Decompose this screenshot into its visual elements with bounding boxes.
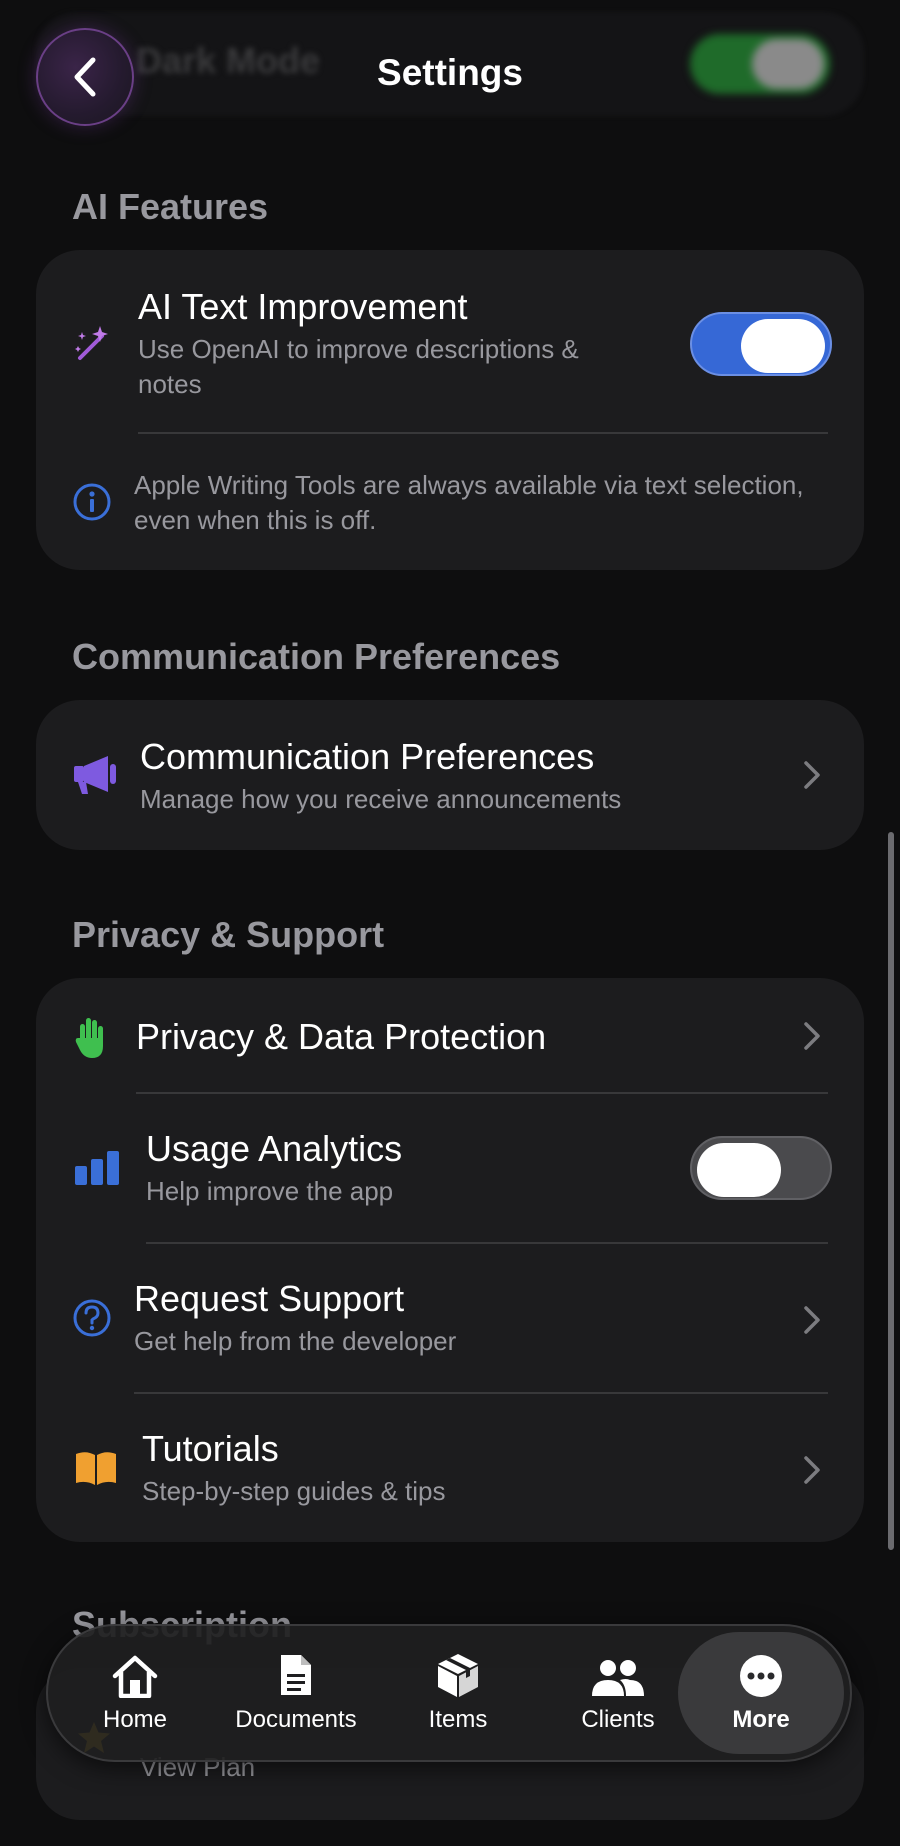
tab-home[interactable]: Home	[78, 1632, 192, 1754]
ai-text-improvement-toggle[interactable]	[690, 312, 832, 376]
page-title: Settings	[377, 52, 523, 93]
privacy-data-protection-title: Privacy & Data Protection	[136, 1016, 547, 1057]
usage-analytics-subtitle: Help improve the app	[146, 1176, 394, 1206]
tutorials-row[interactable]: Tutorials Step-by-step guides & tips	[36, 1394, 864, 1542]
chevron-right-icon	[804, 761, 820, 789]
tab-label-documents: Documents	[235, 1706, 357, 1733]
bar-chart-icon	[74, 1150, 120, 1186]
chevron-right-icon	[804, 1456, 820, 1484]
tab-documents[interactable]: Documents	[226, 1632, 366, 1754]
tab-more[interactable]: More	[678, 1632, 844, 1754]
megaphone-icon	[72, 754, 118, 796]
chevron-right-icon	[804, 1022, 820, 1050]
tab-bar: Home Documents Items Clients More	[46, 1624, 852, 1762]
tutorials-subtitle: Step-by-step guides & tips	[142, 1476, 446, 1506]
usage-analytics-toggle[interactable]	[690, 1136, 832, 1200]
writing-tools-note: Apple Writing Tools are always available…	[134, 470, 804, 535]
chevron-right-icon	[804, 1306, 820, 1334]
tutorials-title: Tutorials	[142, 1428, 279, 1469]
usage-analytics-row: Usage Analytics Help improve the app	[36, 1094, 864, 1242]
ai-features-card: AI Text Improvement Use OpenAI to improv…	[36, 250, 864, 570]
question-circle-icon	[72, 1298, 112, 1338]
usage-analytics-title: Usage Analytics	[146, 1128, 403, 1169]
tab-label-home: Home	[102, 1706, 168, 1733]
box-icon	[436, 1652, 480, 1698]
hand-raised-icon	[74, 1016, 110, 1060]
section-header-ai-features: AI Features	[72, 186, 269, 227]
section-header-privacy-support: Privacy & Support	[72, 914, 385, 955]
divider	[138, 432, 828, 434]
communication-preferences-title: Communication Preferences	[140, 736, 595, 777]
ai-text-improvement-subtitle: Use OpenAI to improve descriptions & not…	[138, 334, 579, 399]
tab-clients[interactable]: Clients	[560, 1632, 676, 1754]
ai-text-improvement-title: AI Text Improvement	[138, 286, 468, 327]
house-icon	[111, 1652, 159, 1698]
communication-preferences-row[interactable]: Communication Preferences Manage how you…	[36, 700, 864, 850]
top-bar: Dark Mode Settings	[0, 0, 900, 150]
ai-text-improvement-row: AI Text Improvement Use OpenAI to improv…	[36, 250, 864, 436]
request-support-row[interactable]: Request Support Get help from the develo…	[36, 1244, 864, 1392]
request-support-subtitle: Get help from the developer	[134, 1326, 457, 1356]
document-icon	[278, 1652, 314, 1698]
request-support-title: Request Support	[134, 1278, 405, 1319]
privacy-support-card: Privacy & Data Protection Usage Analytic…	[36, 978, 864, 1542]
tab-label-items: Items	[428, 1706, 488, 1733]
tab-label-more: More	[732, 1706, 790, 1733]
tab-label-clients: Clients	[581, 1706, 655, 1733]
ellipsis-icon	[739, 1652, 783, 1698]
section-header-communication: Communication Preferences	[72, 636, 561, 677]
info-icon	[72, 482, 112, 522]
people-icon	[590, 1652, 646, 1698]
magic-wand-icon	[70, 322, 114, 366]
privacy-data-protection-row[interactable]: Privacy & Data Protection	[36, 978, 864, 1094]
book-open-icon	[74, 1450, 118, 1486]
scrollbar[interactable]	[888, 832, 894, 1550]
tab-items[interactable]: Items	[408, 1632, 508, 1754]
communication-card: Communication Preferences Manage how you…	[36, 700, 864, 850]
communication-preferences-subtitle: Manage how you receive announcements	[140, 784, 622, 814]
settings-screen: Dark Mode Settings AI Features AI Text I…	[0, 0, 900, 1846]
